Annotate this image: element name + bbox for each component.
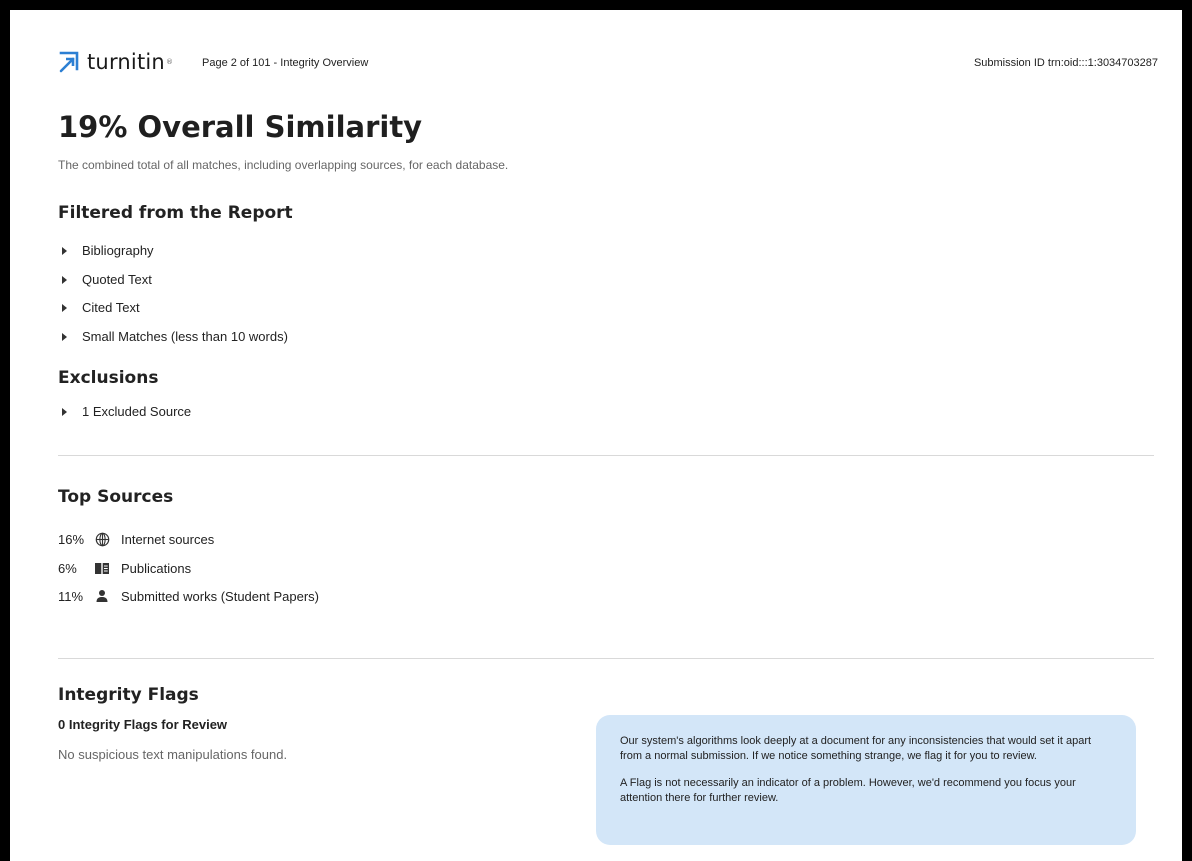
turnitin-logo: turnitin® <box>58 50 173 74</box>
filtered-heading: Filtered from the Report <box>58 203 293 223</box>
source-row-submitted-works: 11% Submitted works (Student Papers) <box>58 587 319 605</box>
exclusion-item: 1 Excluded Source <box>62 403 191 432</box>
section-divider <box>58 455 1154 456</box>
section-divider <box>58 658 1154 659</box>
info-paragraph: A Flag is not necessarily an indicator o… <box>620 777 1076 804</box>
filtered-item: Cited Text <box>62 299 288 328</box>
brand-name: turnitin® <box>87 50 174 74</box>
info-paragraph: Our system's algorithms look deeply at a… <box>620 735 1092 762</box>
filtered-item: Bibliography <box>62 242 288 271</box>
filtered-item: Quoted Text <box>62 271 288 300</box>
bullet-triangle-icon <box>62 408 67 416</box>
source-percent: 6% <box>58 560 77 576</box>
report-header: turnitin® Page 2 of 101 - Integrity Over… <box>58 50 1158 80</box>
bullet-triangle-icon <box>62 332 67 341</box>
bullet-triangle-icon <box>62 304 67 312</box>
integrity-flags-heading: Integrity Flags <box>58 685 199 705</box>
exclusions-list: 1 Excluded Source <box>62 403 191 432</box>
page-info: Page 2 of 101 - Integrity Overview <box>202 57 369 69</box>
exclusions-heading: Exclusions <box>58 368 159 388</box>
source-percent: 11% <box>58 588 84 604</box>
globe-icon <box>93 531 111 547</box>
source-label: Publications <box>121 560 192 576</box>
filtered-item: Small Matches (less than 10 words) <box>62 328 288 357</box>
integrity-info-box: Our system's algorithms look deeply at a… <box>596 715 1136 845</box>
book-icon <box>93 560 111 576</box>
bullet-triangle-icon <box>62 247 67 255</box>
overall-similarity-subtitle: The combined total of all matches, inclu… <box>58 158 509 172</box>
source-row-internet: 16% Internet sources <box>58 530 214 548</box>
submission-id: Submission ID trn:oid:::1:3034703287 <box>973 57 1158 69</box>
top-sources-heading: Top Sources <box>58 487 174 507</box>
overall-similarity-title: 19% Overall Similarity <box>58 110 423 144</box>
source-row-publications: 6% Publications <box>58 559 191 577</box>
source-percent: 16% <box>58 531 85 547</box>
bullet-triangle-icon <box>62 275 67 284</box>
person-icon <box>93 588 111 604</box>
source-label: Submitted works (Student Papers) <box>121 588 319 604</box>
filtered-list: Bibliography Quoted Text Cited Text Smal… <box>62 242 288 356</box>
report-page: turnitin® Page 2 of 101 - Integrity Over… <box>10 10 1182 861</box>
integrity-flag-count: 0 Integrity Flags for Review <box>58 717 228 732</box>
integrity-status-text: No suspicious text manipulations found. <box>58 747 288 762</box>
turnitin-logo-icon <box>59 51 79 73</box>
source-label: Internet sources <box>121 531 215 547</box>
